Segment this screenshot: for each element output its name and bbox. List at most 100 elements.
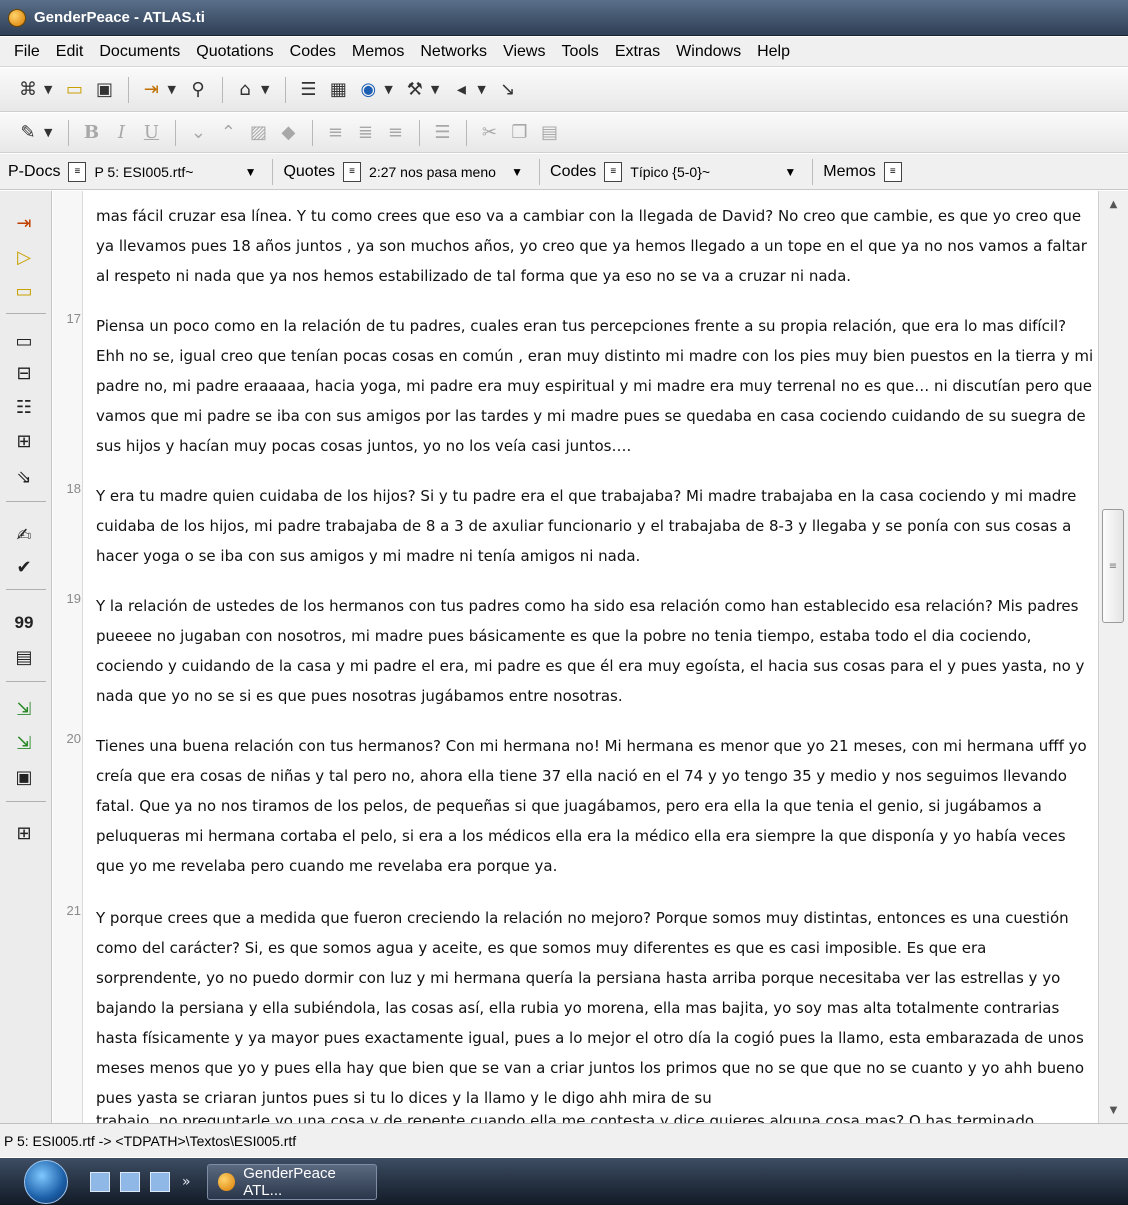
internet-explorer-icon[interactable]: [150, 1171, 170, 1192]
chevron-down-icon[interactable]: ▼: [44, 83, 52, 96]
hermeneutic-unit-icon[interactable]: ⌘: [14, 76, 42, 104]
toolbar-separator: [6, 501, 46, 502]
menu-edit[interactable]: Edit: [48, 43, 92, 61]
quotation-count-icon[interactable]: 99: [10, 609, 38, 637]
back-icon[interactable]: ◂: [447, 76, 475, 104]
pdocs-dropdown[interactable]: P 5: ESI005.rtf~ ▼: [94, 164, 262, 180]
document-list-icon[interactable]: ▤: [10, 643, 38, 671]
menu-help[interactable]: Help: [749, 43, 798, 61]
free-quotation-icon[interactable]: ▭: [10, 277, 38, 305]
toolbar-separator: [221, 76, 223, 103]
paragraph-19[interactable]: Y la relación de ustedes de los hermanos…: [96, 591, 1096, 711]
scroll-thumb[interactable]: ≡: [1102, 509, 1124, 623]
document-list-icon[interactable]: ≡: [68, 161, 87, 182]
menu-file[interactable]: File: [6, 43, 48, 61]
codes-dropdown[interactable]: Típico {5-0}~ ▼: [630, 164, 802, 180]
chevron-right-icon[interactable]: »: [182, 1174, 191, 1190]
network-link-icon[interactable]: ⇲: [10, 695, 38, 723]
underline-icon[interactable]: U: [137, 119, 165, 147]
atlasti-app-icon: [217, 1172, 236, 1191]
quotation-list-icon[interactable]: ≡: [343, 161, 362, 182]
scroll-up-icon[interactable]: ▲: [1099, 193, 1128, 215]
margin-area-icon[interactable]: ▣: [10, 763, 38, 791]
chevron-down-icon[interactable]: ▼: [167, 83, 175, 96]
main-toolbar: ⌘ ▼ ▭ ▣ ⇥ ▼ ⚲ ⌂ ▼ ☰ ▦ ◉ ▼ ⚒ ▼ ◂ ▼ ↘: [0, 68, 1128, 112]
paragraph-17[interactable]: Piensa un poco como en la relación de tu…: [96, 311, 1096, 461]
chevron-down-icon[interactable]: ▼: [431, 83, 439, 96]
image-icon[interactable]: ▨: [244, 119, 272, 147]
memo-list-icon[interactable]: ≡: [883, 161, 902, 182]
paragraph-number: 17: [66, 311, 81, 326]
chevron-down-icon[interactable]: ▼: [477, 83, 485, 96]
chevron-down-icon[interactable]: ▼: [44, 126, 52, 139]
menu-quotations[interactable]: Quotations: [188, 43, 281, 61]
paragraph-number: 18: [66, 481, 81, 496]
align-left-icon[interactable]: ≡: [321, 119, 349, 147]
cut-icon[interactable]: ✂: [475, 119, 503, 147]
italic-icon[interactable]: I: [107, 119, 135, 147]
chevron-down-icon[interactable]: ▼: [384, 83, 392, 96]
chevron-down-icon[interactable]: ⌄: [184, 119, 212, 147]
chevron-down-icon[interactable]: ▼: [261, 83, 269, 96]
play-tag-icon[interactable]: ▷: [10, 243, 38, 271]
pdocs-label[interactable]: P-Docs: [8, 163, 60, 181]
toolbar-separator: [6, 589, 46, 590]
table-icon[interactable]: ▦: [324, 76, 352, 104]
memos-label[interactable]: Memos: [823, 163, 875, 181]
properties-icon[interactable]: ☰: [294, 76, 322, 104]
paragraph-21-clipped-line[interactable]: trabajo, no preguntarle yo una cosa y de…: [96, 1106, 1034, 1123]
show-desktop-icon[interactable]: [90, 1171, 110, 1192]
link-icon[interactable]: ⇘: [10, 463, 38, 491]
zoom-fit-icon[interactable]: ⊞: [10, 819, 38, 847]
tools-icon[interactable]: ⚒: [401, 76, 429, 104]
quotes-label[interactable]: Quotes: [283, 163, 335, 181]
pen-icon[interactable]: ✎: [14, 119, 42, 147]
menu-networks[interactable]: Networks: [412, 43, 495, 61]
vertical-scrollbar[interactable]: ▲ ≡ ▼: [1098, 191, 1128, 1123]
window-title: GenderPeace - ATLAS.ti: [34, 9, 205, 26]
assign-icon[interactable]: ⇥: [137, 76, 165, 104]
new-window-icon[interactable]: ▭: [60, 76, 88, 104]
code-list-icon[interactable]: ≡: [604, 161, 623, 182]
copy-icon[interactable]: ❐: [505, 119, 533, 147]
align-center-icon[interactable]: ≣: [351, 119, 379, 147]
eraser-icon[interactable]: ◆: [274, 119, 302, 147]
save-icon[interactable]: ▣: [90, 76, 118, 104]
switch-windows-icon[interactable]: [120, 1171, 140, 1192]
paragraph-20[interactable]: Tienes una buena relación con tus herman…: [96, 731, 1096, 881]
document-editor[interactable]: mas fácil cruzar esa línea. Y tu como cr…: [53, 191, 1098, 1123]
scroll-down-icon[interactable]: ▼: [1099, 1099, 1128, 1121]
menu-views[interactable]: Views: [495, 43, 553, 61]
forward-icon[interactable]: ↘: [494, 76, 522, 104]
open-folder-icon[interactable]: ⌂: [231, 76, 259, 104]
search-binoculars-icon[interactable]: ⚲: [184, 76, 212, 104]
create-quotation-icon[interactable]: ⇥: [10, 209, 38, 237]
menu-windows[interactable]: Windows: [668, 43, 749, 61]
menu-codes[interactable]: Codes: [282, 43, 344, 61]
checkmark-icon[interactable]: ✔: [10, 553, 38, 581]
code-in-vivo-icon[interactable]: ⊟: [10, 359, 38, 387]
paste-icon[interactable]: ▤: [535, 119, 563, 147]
vertical-toolbar: ⇥ ▷ ▭ ▭ ⊟ ☷ ⊞ ⇘ ✍ ✔ 99 ▤ ⇲ ⇲ ▣ ⊞: [0, 191, 52, 1123]
globe-icon[interactable]: ◉: [354, 76, 382, 104]
menu-extras[interactable]: Extras: [607, 43, 668, 61]
bullet-list-icon[interactable]: ☰: [428, 119, 456, 147]
align-right-icon[interactable]: ≡: [381, 119, 409, 147]
paragraph-21[interactable]: Y porque crees que a medida que fueron c…: [96, 903, 1096, 1113]
paragraph-18[interactable]: Y era tu madre quien cuidaba de los hijo…: [96, 481, 1096, 571]
chevron-up-icon[interactable]: ⌃: [214, 119, 242, 147]
menu-tools[interactable]: Tools: [553, 43, 606, 61]
code-by-list-icon[interactable]: ⊞: [10, 427, 38, 455]
rectangle-icon[interactable]: ▭: [10, 327, 38, 355]
taskbar-button-atlasti[interactable]: GenderPeace ATL...: [206, 1163, 377, 1200]
codes-label[interactable]: Codes: [550, 163, 596, 181]
menu-memos[interactable]: Memos: [344, 43, 412, 61]
start-button[interactable]: [24, 1159, 68, 1204]
menu-documents[interactable]: Documents: [91, 43, 188, 61]
paragraph-16[interactable]: mas fácil cruzar esa línea. Y tu como cr…: [96, 201, 1096, 291]
code-list-icon[interactable]: ☷: [10, 393, 38, 421]
network-view-icon[interactable]: ⇲: [10, 729, 38, 757]
quotes-dropdown[interactable]: 2:27 nos pasa meno ▼: [369, 164, 529, 180]
memo-write-icon[interactable]: ✍: [10, 521, 38, 549]
bold-icon[interactable]: B: [77, 119, 105, 147]
